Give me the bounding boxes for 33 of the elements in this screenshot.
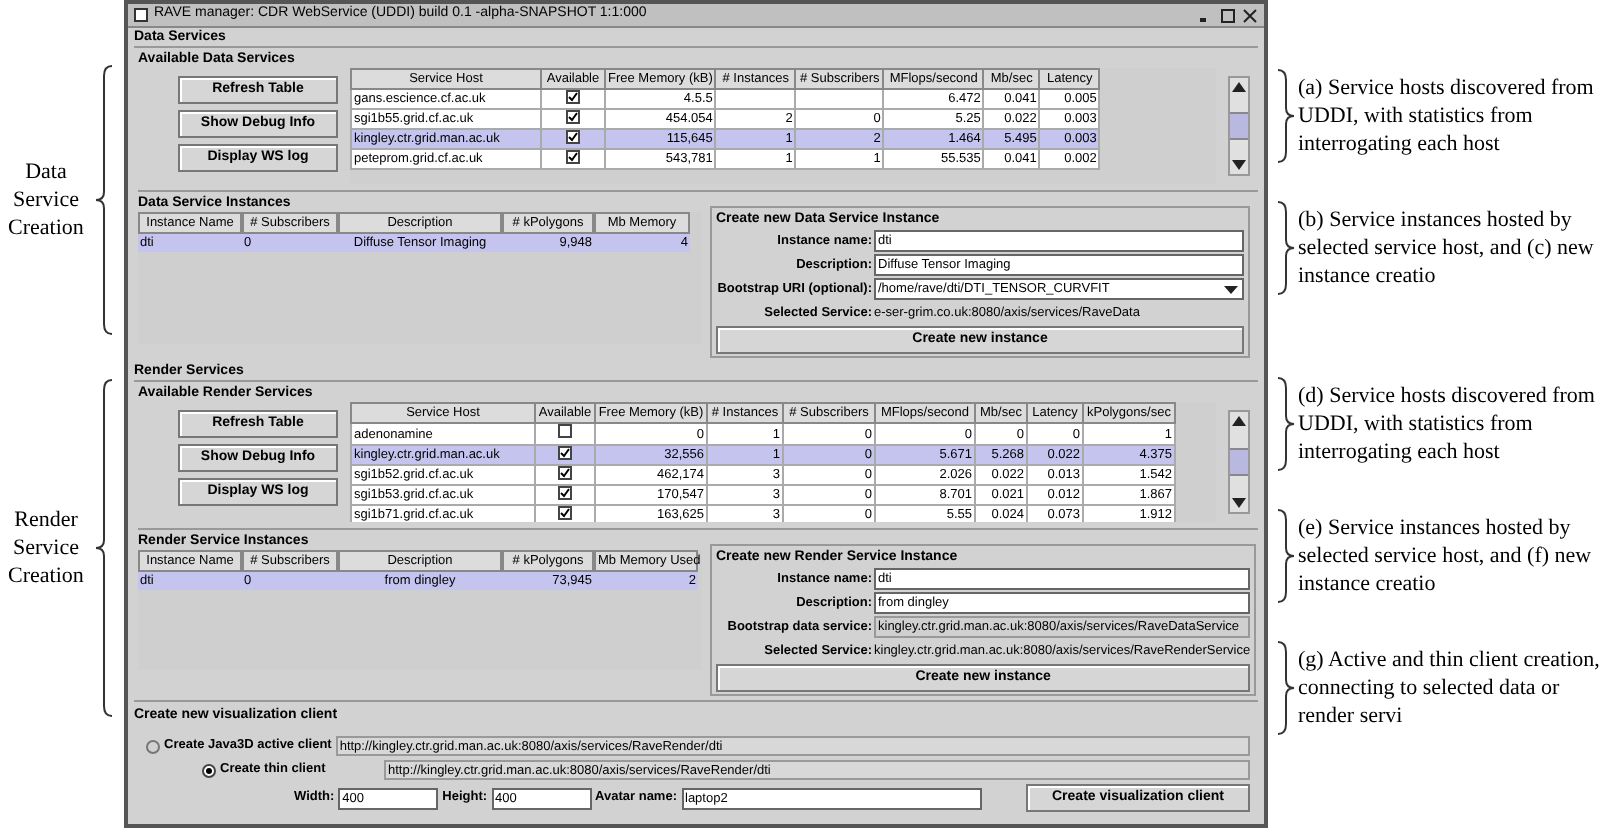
window-menu-icon[interactable] [134, 8, 148, 22]
maximize-icon[interactable] [1220, 7, 1236, 23]
annotation-text: (b) Service instances hosted by selected service host, and (c) new instance creatio [1298, 206, 1596, 290]
brace [1276, 508, 1296, 604]
checkbox[interactable] [558, 424, 572, 438]
checkbox[interactable] [566, 150, 580, 164]
scrollbar[interactable] [1228, 410, 1250, 514]
annotation-text: (e) Service instances hosted by selected service host, and (f) new instance creatio [1298, 514, 1594, 598]
checkbox[interactable] [558, 506, 572, 520]
radio-button[interactable] [146, 739, 160, 753]
scroll-up-icon[interactable] [1230, 78, 1248, 96]
brace [1276, 68, 1296, 164]
dropdown-arrow-icon[interactable] [1222, 280, 1240, 298]
brace [1276, 376, 1296, 472]
scroll-down-icon[interactable] [1230, 494, 1248, 512]
checkbox[interactable] [558, 486, 572, 500]
checkbox[interactable] [566, 130, 580, 144]
annotation-label: Render Service Creation [6, 505, 86, 589]
scroll-up-icon[interactable] [1230, 412, 1248, 430]
close-icon[interactable] [1242, 7, 1258, 23]
checkbox[interactable] [566, 90, 580, 104]
annotation-text: (g) Active and thin client creation, connecting to selected data or render servi [1298, 646, 1602, 730]
checkbox[interactable] [558, 446, 572, 460]
checkbox[interactable] [566, 110, 580, 124]
brace [1276, 200, 1296, 296]
checkbox[interactable] [558, 466, 572, 480]
annotation-label: Data Service Creation [6, 158, 86, 242]
scrollbar[interactable] [1228, 76, 1250, 176]
radio-button[interactable] [202, 763, 216, 777]
annotation-text: (d) Service hosts discovered from UDDI, with statistics from interrogating each host [1298, 382, 1597, 466]
scroll-down-icon[interactable] [1230, 156, 1248, 174]
brace [1276, 640, 1296, 736]
annotation-text: (a) Service hosts discovered from UDDI, with statistics from interrogating each host [1298, 74, 1596, 158]
